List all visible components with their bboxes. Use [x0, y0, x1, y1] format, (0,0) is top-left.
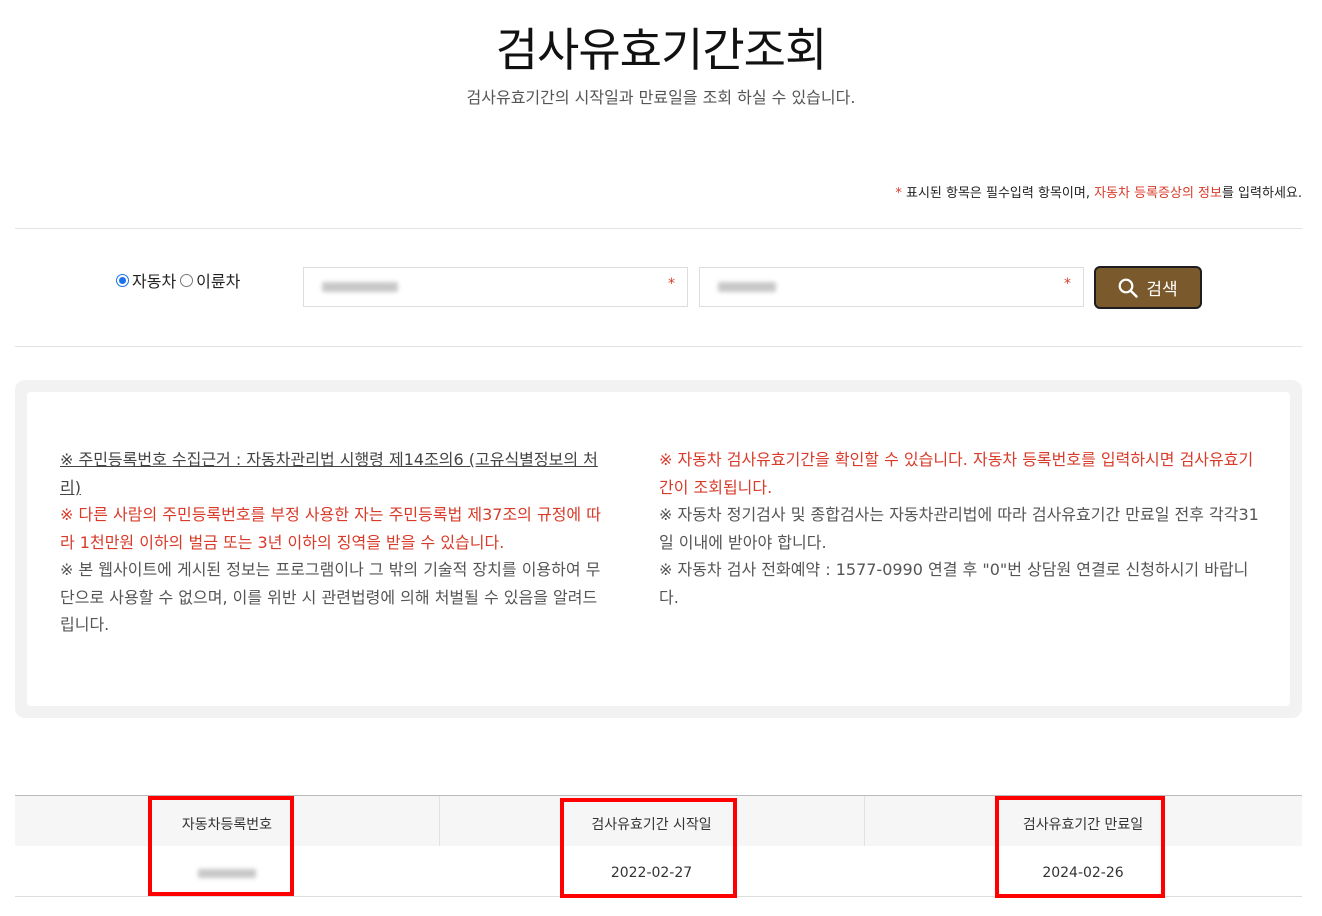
owner-field[interactable]: *: [699, 267, 1084, 307]
info-right-3: ※ 자동차 검사 전화예약 : 1577-0990 연결 후 "0"번 상담원 …: [659, 560, 1249, 607]
page-title: 검사유효기간조회: [495, 23, 828, 77]
radio-car-button[interactable]: [116, 273, 129, 287]
radio-motorcycle-label: 이륜차: [196, 272, 241, 291]
highlight-box-end-date: [995, 796, 1165, 898]
search-button[interactable]: 검색: [1094, 266, 1202, 309]
info-left-3: ※ 본 웹사이트에 게시된 정보는 프로그램이나 그 밖의 기술적 장치를 이용…: [60, 560, 601, 634]
highlight-box-start-date: [560, 798, 737, 898]
radio-motorcycle-button[interactable]: [180, 273, 194, 287]
info-left-2: ※ 다른 사람의 주민등록번호를 부정 사용한 자는 주민등록법 제37조의 규…: [60, 505, 601, 552]
info-box: ※ 주민등록번호 수집근거 : 자동차관리법 시행령 제14조의6 (고유식별정…: [15, 380, 1302, 718]
divider-bottom: [15, 346, 1302, 347]
notice-text-2: 를 입력하세요.: [1221, 186, 1302, 201]
radio-car[interactable]: 자동차: [116, 268, 176, 292]
page-subtitle: 검사유효기간의 시작일과 만료일을 조회 하실 수 있습니다.: [466, 88, 856, 107]
info-box-inner: ※ 주민등록번호 수집근거 : 자동차관리법 시행령 제14조의6 (고유식별정…: [27, 392, 1290, 706]
car-number-field[interactable]: *: [303, 267, 688, 307]
info-right-2: ※ 자동차 정기검사 및 종합검사는 자동차관리법에 따라 검사유효기간 만료일…: [659, 505, 1259, 552]
info-right-1: ※ 자동차 검사유효기간을 확인할 수 있습니다. 자동차 등록번호를 입력하시…: [659, 450, 1254, 497]
radio-car-label: 자동차: [132, 272, 177, 291]
search-button-label: 검색: [1146, 280, 1178, 300]
info-left-1: ※ 주민등록번호 수집근거 : 자동차관리법 시행령 제14조의6 (고유식별정…: [60, 450, 598, 497]
field2-required-star: *: [1064, 276, 1071, 292]
search-icon: [1118, 278, 1139, 298]
radio-motorcycle[interactable]: 이륜차: [180, 268, 240, 292]
car-number-value-redacted: [322, 282, 398, 292]
divider-top: [15, 228, 1302, 229]
info-right-column: ※ 자동차 검사유효기간을 확인할 수 있습니다. 자동차 등록번호를 입력하시…: [659, 446, 1259, 611]
vehicle-type-group: 자동차 이륜차: [116, 268, 244, 292]
notice-text-1: 표시된 항목은 필수입력 항목이며,: [901, 186, 1095, 201]
notice-highlight: 자동차 등록증상의 정보: [1094, 186, 1222, 201]
owner-value-redacted: [718, 282, 776, 292]
highlight-box-car-number: [148, 796, 294, 896]
info-left-column: ※ 주민등록번호 수집근거 : 자동차관리법 시행령 제14조의6 (고유식별정…: [60, 446, 608, 639]
field1-required-star: *: [668, 276, 675, 292]
required-notice: * 표시된 항목은 필수입력 항목이며, 자동차 등록증상의 정보를 입력하세요…: [895, 182, 1302, 201]
